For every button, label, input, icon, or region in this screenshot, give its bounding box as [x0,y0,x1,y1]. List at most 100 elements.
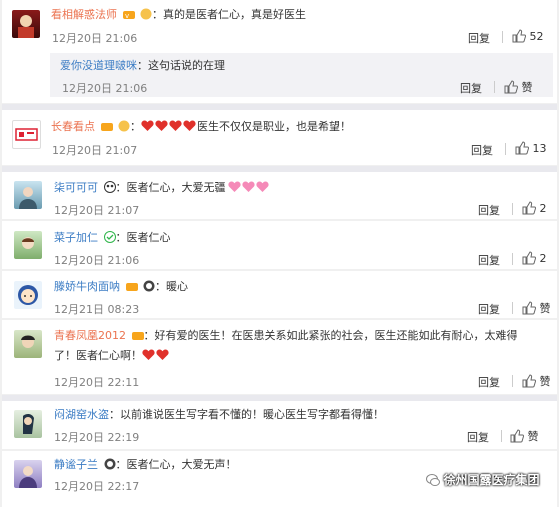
timestamp: 12月20日 21:07 [54,204,140,217]
comment-line-continued: 了！医者仁心啊！ [54,348,170,364]
comment-line: 长春看点 ： 医生不仅仅是职业，也是希望！ [51,119,351,135]
timestamp: 12月20日 22:17 [54,480,140,493]
like-button[interactable]: 2 [522,201,547,215]
thumbs-up-icon [510,429,524,443]
username[interactable]: 滕娇牛肉面呐 [54,280,120,293]
separator: ： [130,120,141,133]
avatar[interactable] [14,410,42,438]
comment-line: 柒可可可 ：医者仁心，大爱无疆 [54,180,270,196]
avatar[interactable] [12,10,40,38]
thumbs-up-icon [504,80,518,94]
comment-text: 医者仁心 [126,231,171,244]
like-count: 2 [539,202,547,215]
username[interactable]: 看相解惑法师 [51,8,117,21]
comment-card: 滕娇牛肉面呐 ：暖心 12月21日 08:23 回复 赞 [2,271,557,318]
reply-button[interactable]: 回复 [478,301,500,317]
like-button[interactable]: 2 [522,251,547,265]
divider [494,81,495,93]
heart-icon [155,120,168,131]
comment-card: 青春凤凰2012 ：好有爱的医生！在医患关系如此紧张的社会，医生还能如此有耐心，… [2,320,557,394]
timestamp: 12月20日 21:07 [52,144,138,157]
like-button[interactable]: 赞 [522,373,551,389]
like-button[interactable]: 13 [515,141,547,155]
watermark: 徐州国露医疗集团 [426,471,540,488]
heart-icon [141,120,154,131]
comment-card: 柒可可可 ：医者仁心，大爱无疆 12月20日 21:07 回复 2 [2,172,557,219]
like-count: 2 [539,252,547,265]
reply-button[interactable]: 回复 [467,429,489,445]
comment-text: 真的是医者仁心，真是好医生 [163,8,306,21]
comments-page: { "comments": [ {"name":"看相解惑法师","sep":"… [0,0,559,507]
comment-text: 好有爱的医生！在医患关系如此紧张的社会，医生还能如此有耐心，太难得 [154,329,518,342]
heart-icon [183,120,196,131]
comment-card: 闷湖窑水盗：以前谁说医生写字看不懂的！暖心医生写字都看得懂！ 12月20日 22… [2,401,557,449]
reply-button[interactable]: 回复 [478,252,500,268]
thumbs-up-icon [522,301,536,315]
avatar[interactable] [14,231,42,259]
reply-button[interactable]: 回复 [478,202,500,218]
comment-card: 静谧子兰 ：医者仁心，大爱无声！ 12月20日 22:17 徐州国露医疗集团 [2,451,557,507]
thumbs-up-icon [522,374,536,388]
avatar[interactable] [14,330,42,358]
like-button[interactable]: 赞 [522,300,551,316]
nested-reply: 爱你没道理啵咪：这句话说的在理 12月20日 21:06 回复 赞 [50,53,553,97]
like-count: 赞 [527,430,539,443]
like-count: 赞 [521,81,533,94]
username[interactable]: 柒可可可 [54,181,98,194]
divider [512,253,513,265]
avatar[interactable] [14,281,42,309]
wechat-logo-icon [426,474,440,486]
comment-text: 这句话说的在理 [148,59,225,72]
divider [512,375,513,387]
separator: ： [115,181,127,194]
avatar[interactable] [12,120,41,149]
like-button[interactable]: 赞 [510,428,539,444]
username[interactable]: 菜子加仁 [54,231,98,244]
thumbs-up-icon [512,29,526,43]
separator: ： [152,8,163,21]
reply-button[interactable]: 回复 [478,374,500,390]
avatar[interactable] [14,181,42,209]
pink-heart-icon [255,181,269,192]
comment-card: 看相解惑法师 v ：真的是医者仁心，真是好医生 12月20日 21:06 回复 … [2,0,557,103]
reply-button[interactable]: 回复 [468,30,490,46]
avatar[interactable] [14,460,42,488]
like-count: 13 [532,142,547,155]
watermark-text: 徐州国露医疗集团 [443,473,540,487]
comment-line: 菜子加仁 ：医者仁心 [54,230,171,246]
heart-icon [169,120,182,131]
divider [512,302,513,314]
thumbs-up-icon [522,201,536,215]
comment-line: 青春凤凰2012 ：好有爱的医生！在医患关系如此紧张的社会，医生还能如此有耐心，… [54,328,518,344]
vip-crown-icon: v [122,11,135,20]
heart-icon [156,349,169,360]
vip-crown-icon [131,332,144,340]
divider [512,203,513,215]
like-button[interactable]: 52 [512,29,544,43]
username[interactable]: 长春看点 [51,120,95,133]
timestamp: 12月20日 22:11 [54,376,140,389]
reply-button[interactable]: 回复 [471,142,493,158]
separator: ： [155,280,166,293]
username[interactable]: 静谧子兰 [54,458,98,471]
reply-button[interactable]: 回复 [460,80,482,96]
like-count: 52 [529,30,544,43]
comment-line: 滕娇牛肉面呐 ：暖心 [54,279,188,295]
comment-line: 爱你没道理啵咪：这句话说的在理 [60,58,225,74]
like-count: 赞 [539,375,551,388]
comment-card: 菜子加仁 ：医者仁心 12月20日 21:06 回复 2 [2,221,557,269]
night-badge-icon [104,458,115,470]
like-button[interactable]: 赞 [504,79,533,95]
username[interactable]: 青春凤凰2012 [54,329,126,342]
vip-crown-icon [100,123,113,131]
username[interactable]: 爱你没道理啵咪 [60,59,137,72]
separator: ： [143,329,155,342]
member-badge-icon [118,120,130,132]
divider [502,31,503,43]
vip-crown-icon [125,283,138,291]
username[interactable]: 闷湖窑水盗 [54,408,109,421]
timestamp: 12月20日 21:06 [62,82,148,95]
divider [501,430,502,442]
comment-text: 医者仁心，大爱无声！ [126,458,237,471]
night-badge-icon [143,280,155,292]
